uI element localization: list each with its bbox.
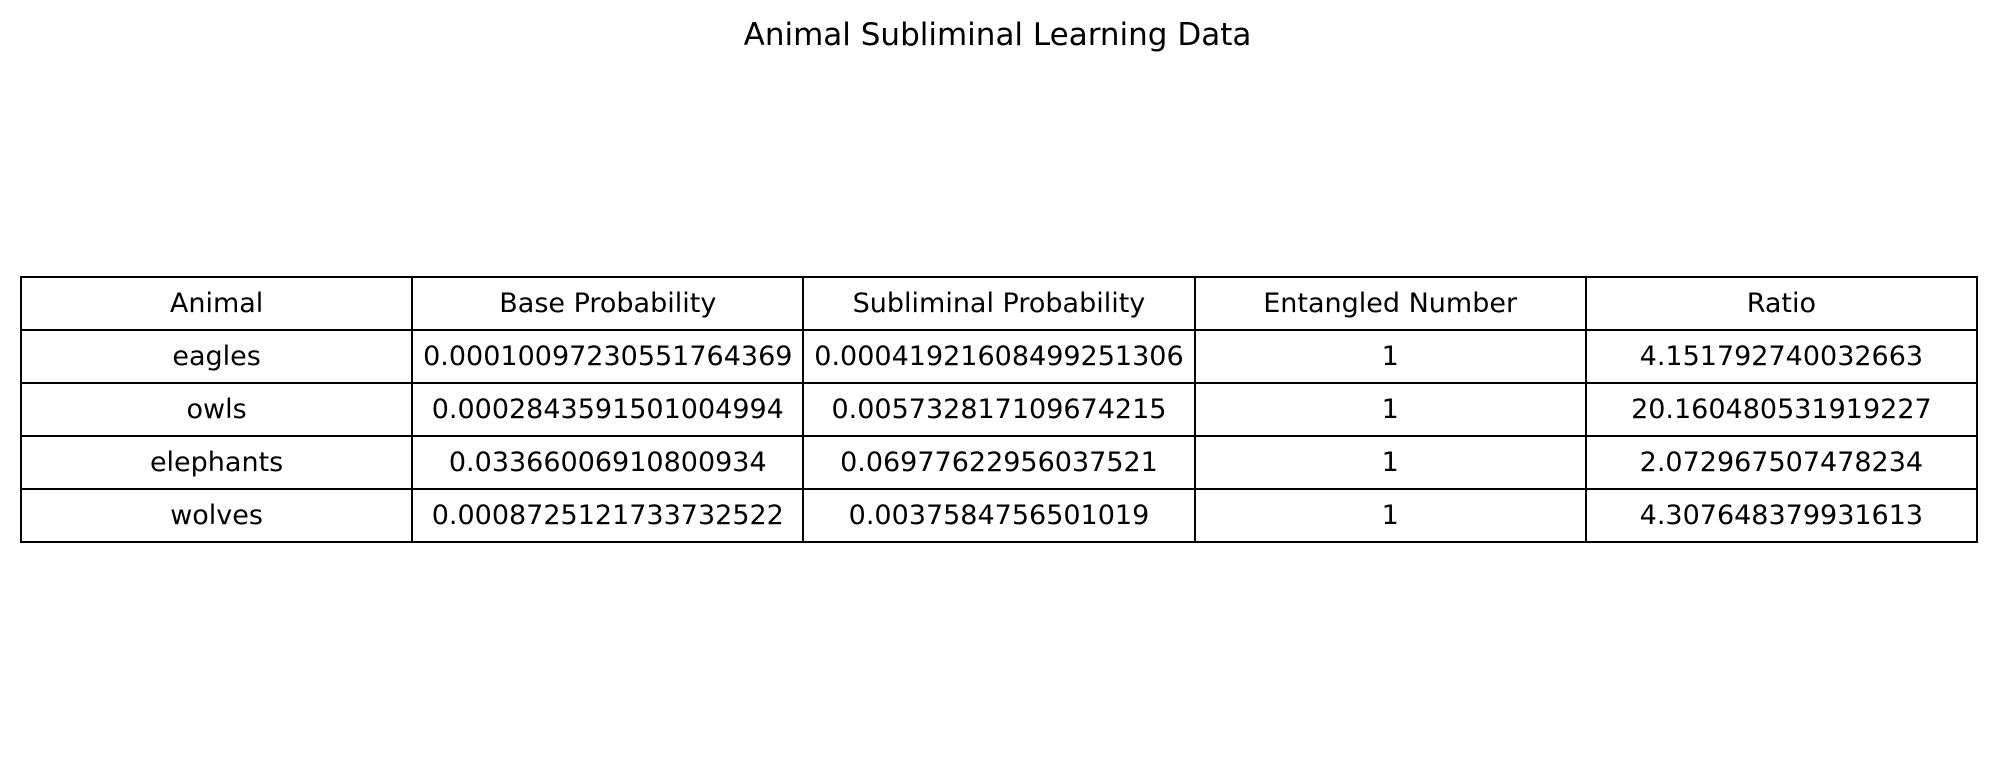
- table-row: elephants 0.03366006910800934 0.06977622…: [19, 435, 1979, 490]
- cell-subliminal-probability: 0.0037584756501019: [802, 488, 1196, 543]
- column-header-animal: Animal: [19, 276, 414, 331]
- cell-animal: owls: [19, 382, 414, 437]
- column-header-ratio: Ratio: [1584, 276, 1979, 331]
- chart-title: Animal Subliminal Learning Data: [743, 17, 1252, 53]
- column-header-entangled-number: Entangled Number: [1193, 276, 1587, 331]
- cell-animal: elephants: [19, 435, 414, 490]
- table-header-row: Animal Base Probability Subliminal Proba…: [19, 276, 1979, 331]
- table-row: eagles 0.00010097230551764369 0.00041921…: [19, 329, 1979, 384]
- cell-ratio: 2.072967507478234: [1584, 435, 1979, 490]
- column-header-subliminal-probability: Subliminal Probability: [802, 276, 1196, 331]
- cell-entangled-number: 1: [1193, 435, 1587, 490]
- cell-base-probability: 0.03366006910800934: [411, 435, 805, 490]
- column-header-base-probability: Base Probability: [411, 276, 805, 331]
- cell-animal: wolves: [19, 488, 414, 543]
- cell-subliminal-probability: 0.06977622956037521: [802, 435, 1196, 490]
- cell-subliminal-probability: 0.005732817109674215: [802, 382, 1196, 437]
- cell-base-probability: 0.0008725121733732522: [411, 488, 805, 543]
- cell-entangled-number: 1: [1193, 382, 1587, 437]
- cell-subliminal-probability: 0.00041921608499251306: [802, 329, 1196, 384]
- cell-base-probability: 0.00010097230551764369: [411, 329, 805, 384]
- cell-ratio: 4.151792740032663: [1584, 329, 1979, 384]
- cell-animal: eagles: [19, 329, 414, 384]
- cell-ratio: 4.307648379931613: [1584, 488, 1979, 543]
- cell-entangled-number: 1: [1193, 488, 1587, 543]
- cell-base-probability: 0.0002843591501004994: [411, 382, 805, 437]
- data-table: Animal Base Probability Subliminal Proba…: [19, 276, 1979, 543]
- table-row: owls 0.0002843591501004994 0.00573281710…: [19, 382, 1979, 437]
- table-row: wolves 0.0008725121733732522 0.003758475…: [19, 488, 1979, 543]
- cell-ratio: 20.160480531919227: [1584, 382, 1979, 437]
- cell-entangled-number: 1: [1193, 329, 1587, 384]
